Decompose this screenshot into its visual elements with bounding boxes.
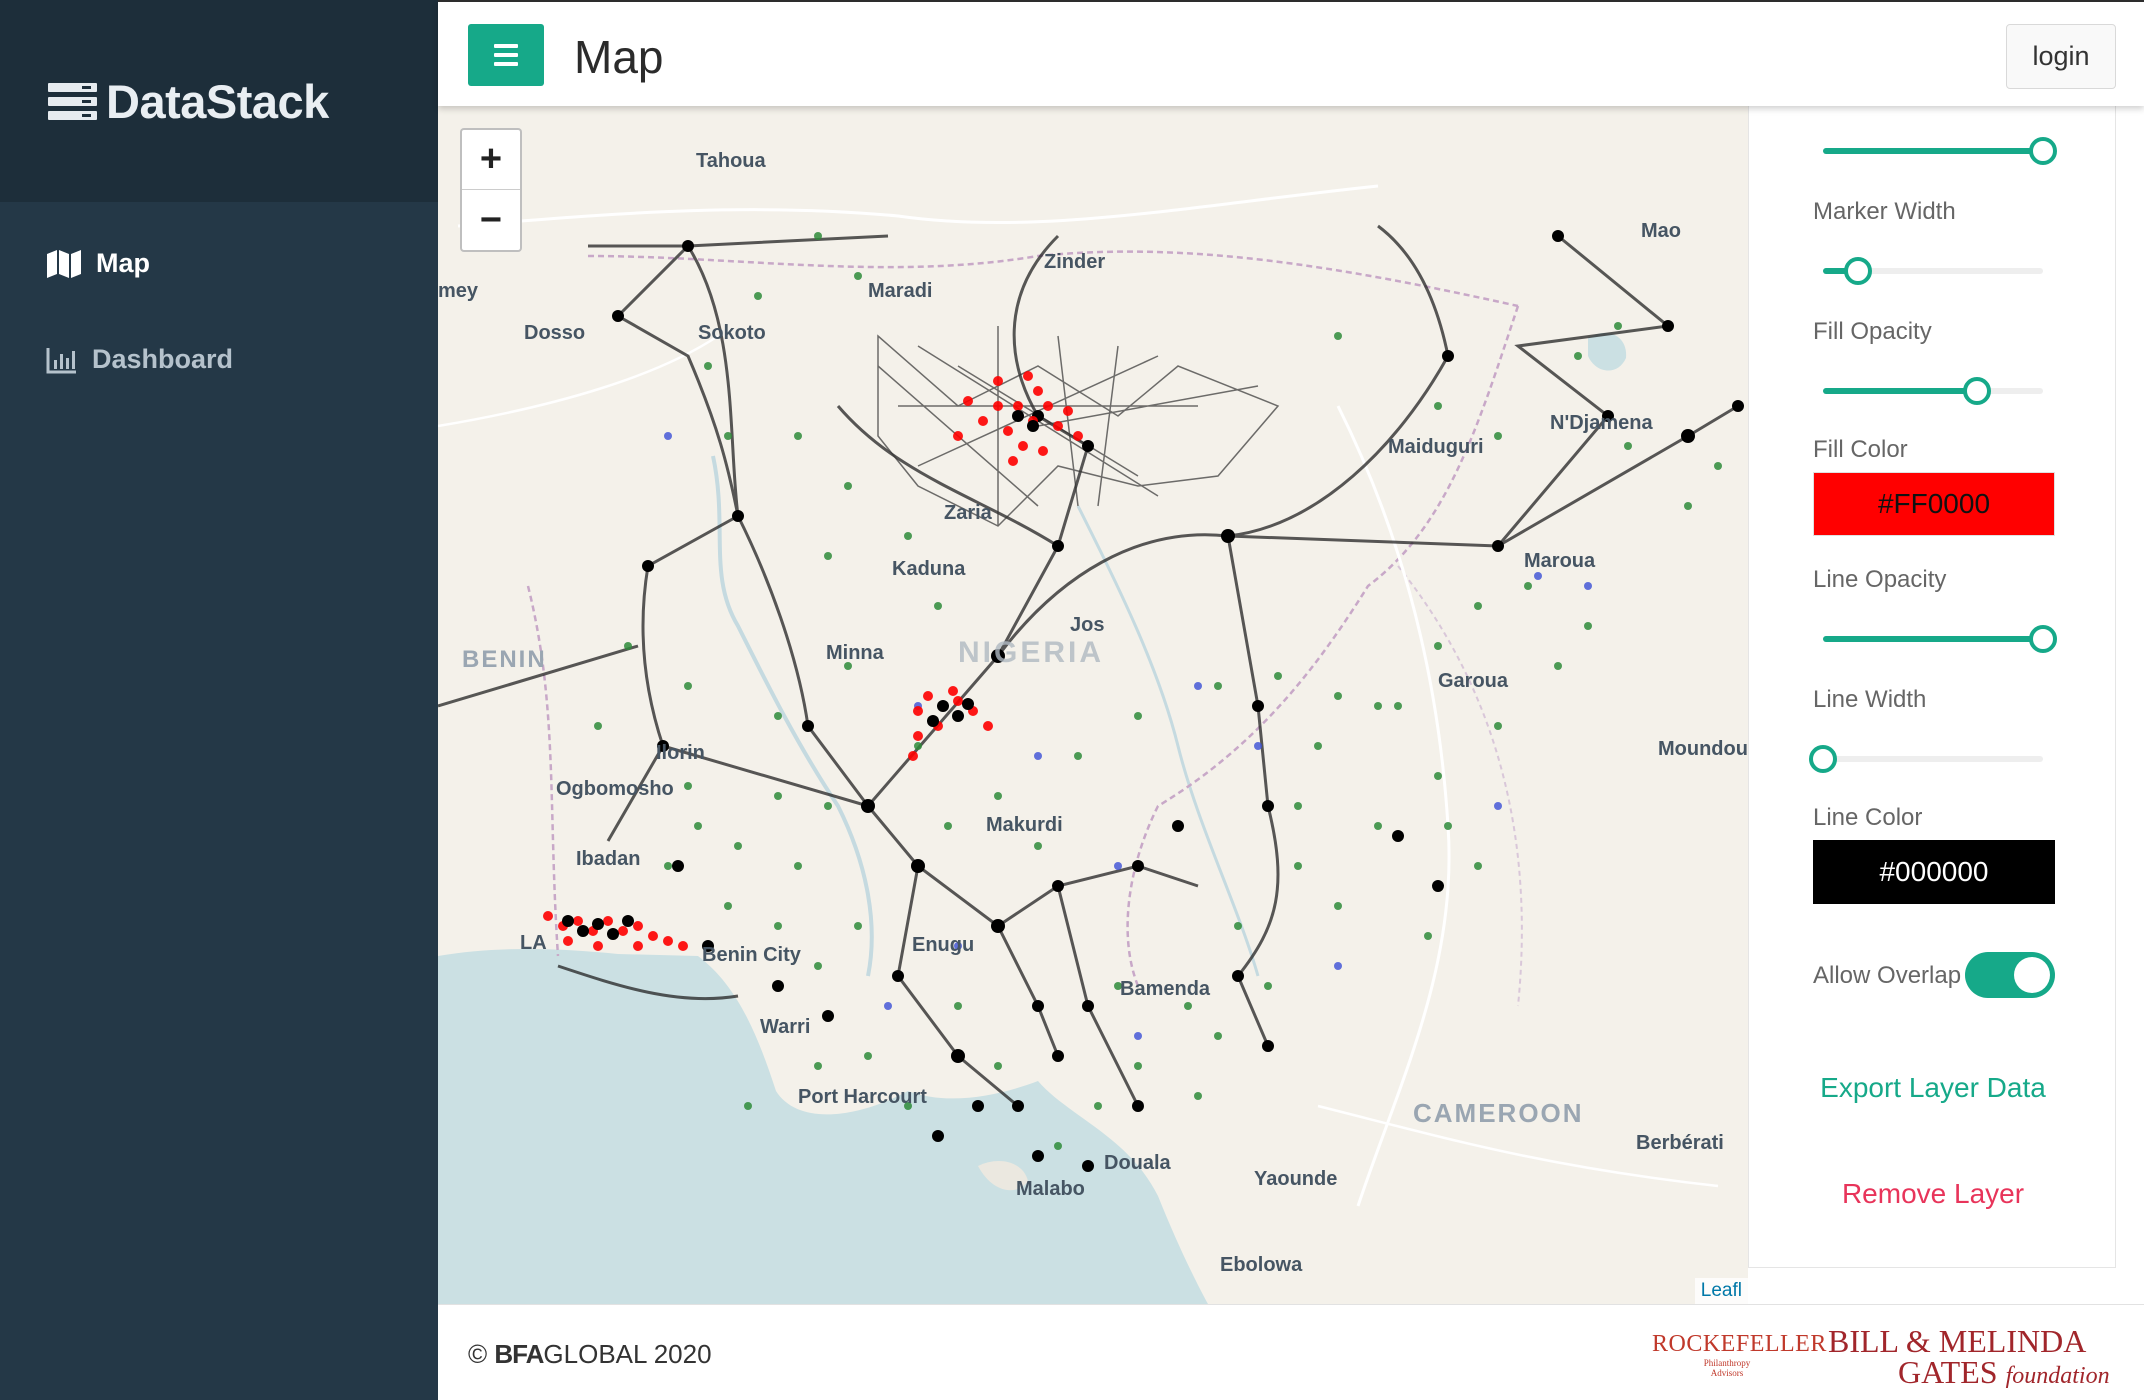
rockefeller-logo: ROCKEFELLER Philanthropy Advisors [1652, 1331, 1827, 1378]
city-label: Ilorin [656, 742, 705, 764]
rockefeller-sub: Philanthropy [1703, 1358, 1751, 1368]
line-color-label: Line Color [1813, 804, 1923, 831]
country-label-benin: BENIN [462, 646, 547, 673]
gates-foundation-logo: BILL & MELINDA GATES foundation [1828, 1323, 2118, 1391]
marker-opacity-slider[interactable] [1823, 137, 2057, 165]
city-label: Warri [760, 1016, 811, 1038]
zoom-in-button[interactable]: + [462, 130, 520, 190]
city-label: Zinder [1044, 251, 1106, 273]
page-title: Map [574, 31, 664, 83]
layer-settings-panel: Marker Width Fill Opacity Fill Color #FF… [1748, 106, 2116, 1268]
city-label: Enugu [912, 934, 975, 956]
zoom-out-button[interactable]: − [462, 190, 520, 250]
hamburger-menu-button[interactable] [468, 24, 544, 86]
allow-overlap-toggle[interactable] [1965, 952, 2055, 998]
city-label: Ogbomosho [556, 778, 674, 800]
city-label: Ibadan [576, 848, 641, 870]
city-label: mey [438, 280, 479, 302]
city-label: Minna [826, 642, 884, 664]
city-label: Mao [1641, 220, 1681, 242]
city-label: Port Harcourt [798, 1086, 927, 1108]
copyright-text: © BFAGLOBAL 2020 [468, 1339, 712, 1370]
line-width-label: Line Width [1813, 686, 1927, 713]
city-label: Dosso [524, 322, 586, 344]
city-label: Maradi [868, 280, 933, 302]
sidebar-item-label: Dashboard [92, 344, 234, 374]
hamburger-icon [494, 44, 518, 48]
sidebar: DataStack Map Dashboard [0, 0, 438, 1400]
slider-handle[interactable] [2029, 625, 2057, 653]
rockefeller-name: ROCKEFELLER [1652, 1331, 1827, 1357]
city-label: Zaria [944, 502, 992, 524]
city-label: LA [520, 932, 547, 954]
city-label: Sokoto [698, 322, 766, 344]
map-attribution-link[interactable]: Leafl [1694, 1278, 1748, 1304]
city-label: Maiduguri [1388, 436, 1484, 458]
city-label: Berbérati [1636, 1132, 1724, 1154]
hamburger-icon-bar [494, 53, 518, 57]
city-label: Jos [1070, 614, 1105, 636]
city-label: Bamenda [1120, 978, 1211, 1000]
slider-handle[interactable] [2029, 137, 2057, 165]
brand[interactable]: DataStack [0, 0, 438, 202]
copyright-symbol: © [468, 1339, 488, 1369]
company-name-bold: BFA [494, 1339, 544, 1369]
slider-handle[interactable] [1844, 257, 1872, 285]
line-color-picker[interactable]: #000000 [1813, 840, 2055, 904]
marker-width-label: Marker Width [1813, 198, 1956, 225]
city-label: Garoua [1438, 670, 1509, 692]
hamburger-icon-bar [494, 62, 518, 66]
country-label-nigeria: NIGERIA [958, 636, 1105, 669]
line-opacity-slider[interactable] [1823, 625, 2057, 653]
city-label: Moundou [1658, 738, 1748, 760]
top-header: Map login [438, 0, 2144, 106]
foundation-word: foundation [2005, 1363, 2110, 1389]
footer: © BFAGLOBAL 2020 ROCKEFELLER Philanthrop… [438, 1304, 2144, 1400]
marker-width-slider[interactable] [1823, 257, 2043, 285]
city-label: Yaounde [1254, 1168, 1338, 1190]
city-label: N'Djamena [1550, 412, 1653, 434]
brand-name: DataStack [106, 75, 329, 128]
rockefeller-sub: Advisors [1710, 1368, 1744, 1378]
fill-opacity-slider[interactable] [1823, 377, 2043, 405]
city-label: Makurdi [986, 814, 1063, 836]
city-label: Maroua [1524, 550, 1596, 572]
sidebar-item-map[interactable]: Map [46, 248, 150, 279]
sidebar-item-label: Map [96, 248, 150, 278]
fill-color-picker[interactable]: #FF0000 [1813, 472, 2055, 536]
slider-handle[interactable] [1809, 745, 1837, 773]
city-label: Benin City [702, 944, 801, 966]
map-canvas[interactable]: BENIN NIGERIA CAMEROON Tahoua Zinder Mar… [438, 106, 1748, 1304]
map-icon [47, 249, 81, 278]
login-button[interactable]: login [2006, 24, 2116, 89]
line-width-slider[interactable] [1809, 745, 2043, 773]
allow-overlap-label: Allow Overlap [1813, 962, 1962, 989]
company-name-rest: GLOBAL 2020 [543, 1339, 712, 1369]
slider-handle[interactable] [1963, 377, 1991, 405]
city-label: Kaduna [892, 558, 966, 580]
bar-chart-icon [46, 347, 76, 373]
city-label: Malabo [1016, 1178, 1085, 1200]
fill-color-label: Fill Color [1813, 436, 1908, 463]
city-label: Tahoua [696, 150, 766, 172]
zoom-control: + − [460, 128, 522, 252]
city-label: Douala [1104, 1152, 1171, 1174]
country-label-cameroon: CAMEROON [1413, 1098, 1584, 1128]
database-icon [48, 83, 97, 121]
city-label: Ebolowa [1220, 1254, 1303, 1276]
gates-line2: GATES foundation [1898, 1354, 2118, 1391]
remove-layer-button[interactable]: Remove Layer [1749, 1178, 2117, 1210]
fill-opacity-label: Fill Opacity [1813, 318, 1932, 345]
export-layer-data-button[interactable]: Export Layer Data [1749, 1072, 2117, 1104]
gates-name: GATES [1898, 1354, 1998, 1390]
sidebar-item-dashboard[interactable]: Dashboard [46, 344, 233, 375]
line-opacity-label: Line Opacity [1813, 566, 1947, 593]
